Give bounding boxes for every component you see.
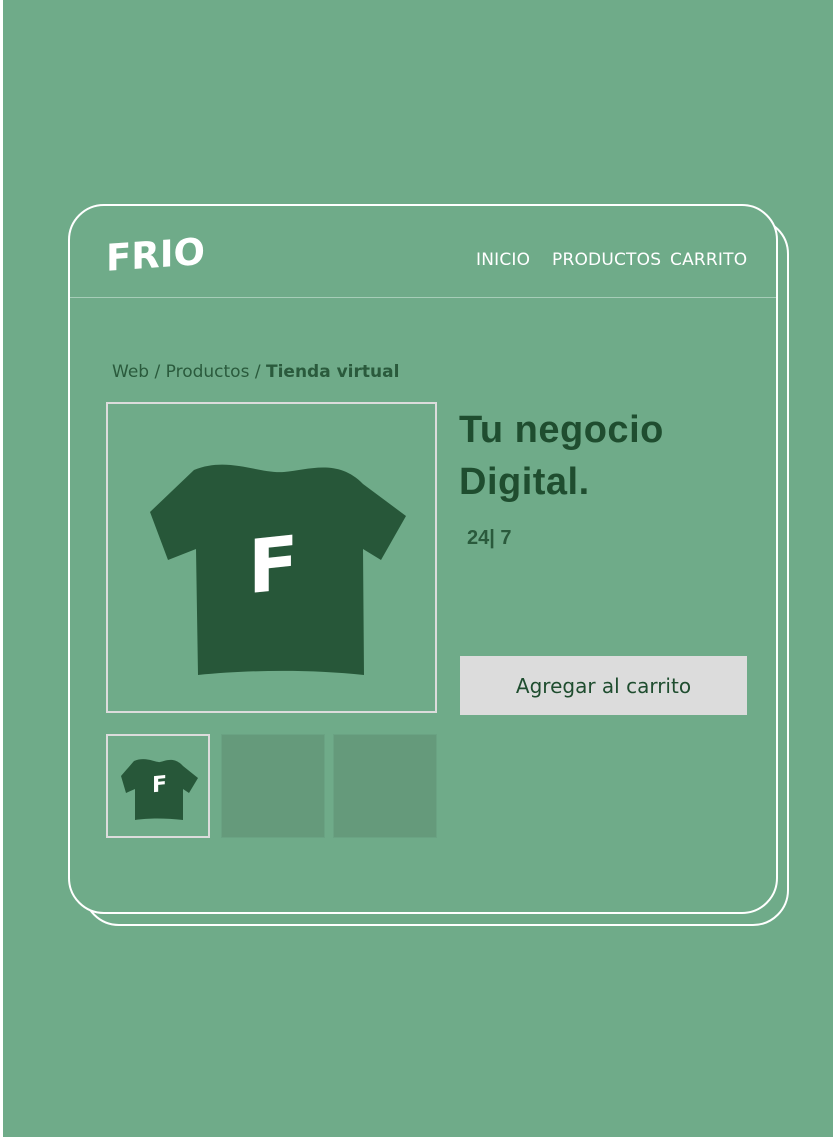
product-main-image[interactable]: F: [106, 402, 437, 713]
header-divider: [70, 297, 776, 298]
breadcrumb-separator: /: [249, 362, 266, 382]
breadcrumb-separator: /: [149, 362, 166, 382]
title-line-2: Digital.: [459, 461, 590, 503]
nav-carrito[interactable]: CARRITO: [670, 250, 747, 270]
availability-hours: 24| 7: [467, 527, 512, 549]
product-title: Tu negocio Digital.: [459, 404, 664, 508]
thumbnail-2[interactable]: [221, 734, 325, 838]
add-to-cart-button[interactable]: Agregar al carrito: [460, 656, 747, 715]
left-edge-strip: [0, 0, 3, 1137]
title-line-1: Tu negocio: [459, 409, 664, 451]
brand-logo[interactable]: FRIO: [104, 230, 244, 282]
nav-productos[interactable]: PRODUCTOS: [552, 250, 661, 270]
thumb-letter: F: [152, 772, 167, 799]
breadcrumb: Web / Productos / Tienda virtual: [112, 362, 399, 382]
tshirt-letter: F: [248, 520, 299, 611]
logo-text: FRIO: [106, 236, 205, 278]
thumbnail-1[interactable]: F: [106, 734, 210, 838]
nav-inicio[interactable]: INICIO: [476, 250, 530, 270]
browser-window: FRIO INICIO PRODUCTOS CARRITO Web / Prod…: [68, 204, 778, 914]
breadcrumb-web[interactable]: Web: [112, 362, 149, 382]
tshirt-thumb-icon: F: [121, 759, 198, 820]
thumbnail-3[interactable]: [333, 734, 437, 838]
breadcrumb-productos[interactable]: Productos: [166, 362, 250, 382]
tshirt-icon: F: [150, 464, 406, 675]
frio-logo-icon: FRIO: [106, 230, 205, 280]
breadcrumb-current: Tienda virtual: [265, 362, 400, 382]
